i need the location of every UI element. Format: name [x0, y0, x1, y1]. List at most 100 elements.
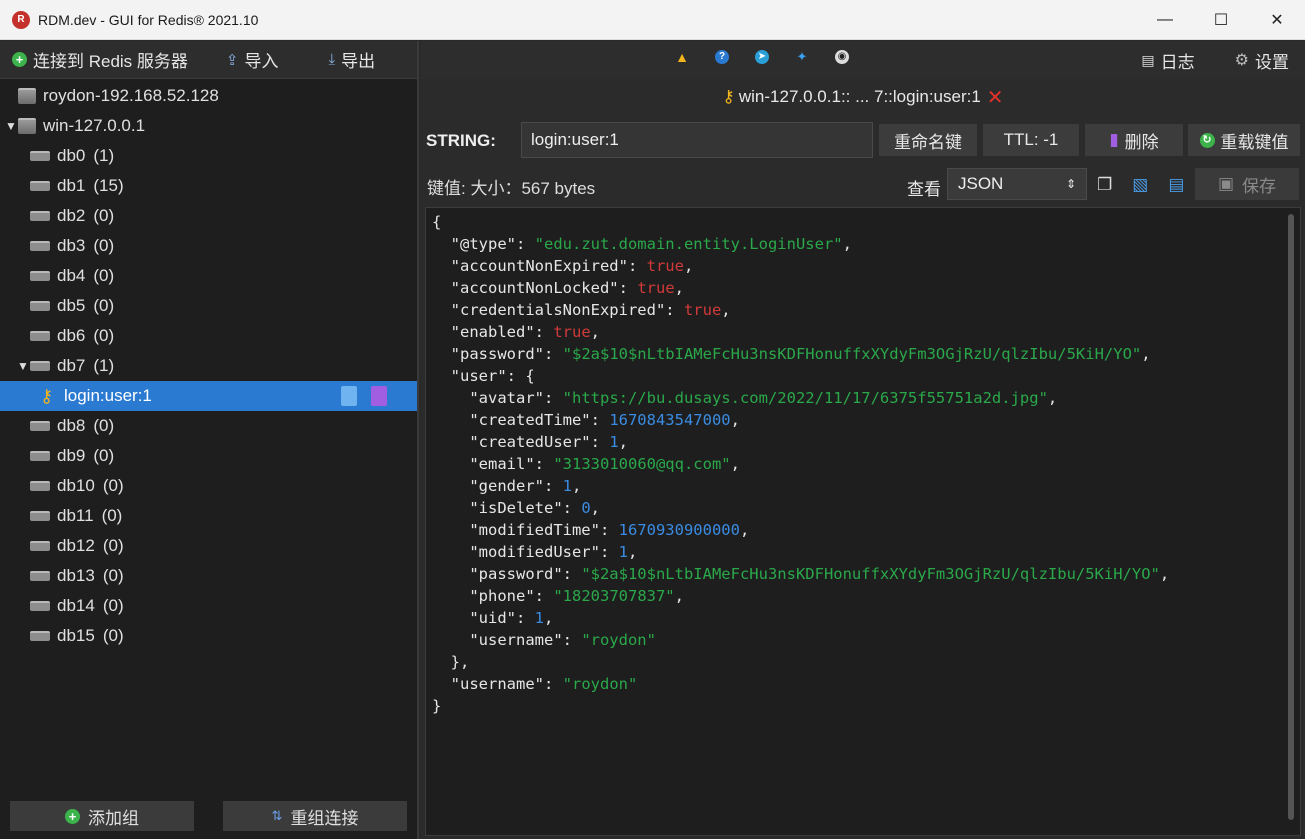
- regroup-connections-button[interactable]: ⇅ 重组连接: [223, 801, 407, 831]
- tree-db-item[interactable]: db1 (15): [0, 171, 417, 201]
- code-token: "username":: [432, 631, 582, 649]
- import-button[interactable]: ⇪ 导入: [214, 41, 291, 79]
- tree-db-item[interactable]: db10 (0): [0, 471, 417, 501]
- github-icon[interactable]: ◉: [835, 50, 849, 64]
- telegram-icon[interactable]: ➤: [755, 50, 769, 64]
- tree-db-item[interactable]: db4 (0): [0, 261, 417, 291]
- tree-item-count: (0): [102, 626, 124, 645]
- code-token: }: [432, 697, 442, 715]
- close-tab-icon[interactable]: ✕: [987, 85, 1004, 110]
- tree-db-item[interactable]: db3 (0): [0, 231, 417, 261]
- gear-icon: ⚙: [1234, 52, 1249, 69]
- tree-db-item[interactable]: db0 (1): [0, 141, 417, 171]
- tree-server-item[interactable]: roydon-192.168.52.128: [0, 81, 417, 111]
- tree-db-item[interactable]: db9 (0): [0, 441, 417, 471]
- tree-item-label: db2: [57, 206, 86, 225]
- code-token: },: [432, 653, 470, 671]
- tree-item-label: db6: [57, 326, 86, 345]
- code-token: true: [637, 279, 675, 297]
- code-token: "email":: [432, 455, 554, 473]
- log-button[interactable]: ▤ 日志: [1141, 41, 1194, 79]
- expand-arrow-icon[interactable]: ▼: [4, 119, 18, 133]
- tree-key-item[interactable]: ⚷ login:user:1: [0, 381, 417, 411]
- copy-key-icon[interactable]: [341, 386, 357, 406]
- code-line: "@type": "edu.zut.domain.entity.LoginUse…: [432, 233, 1300, 255]
- delete-key-button[interactable]: ▮ 删除: [1085, 124, 1183, 156]
- tree-db-item[interactable]: db12 (0): [0, 531, 417, 561]
- database-icon: [30, 211, 50, 221]
- code-token: "roydon": [562, 675, 638, 693]
- tree-item-label: roydon-192.168.52.128: [43, 86, 219, 105]
- code-token: 1670843547000: [609, 411, 731, 429]
- minimize-button[interactable]: —: [1137, 0, 1193, 40]
- database-icon: [30, 181, 50, 191]
- code-token: "accountNonExpired":: [432, 257, 647, 275]
- tree-db-item[interactable]: db2 (0): [0, 201, 417, 231]
- save-button[interactable]: ▣ 保存: [1195, 168, 1299, 200]
- code-token: 1: [618, 543, 628, 561]
- text-file-icon[interactable]: ▤: [1168, 175, 1184, 195]
- export-button[interactable]: ⤓ 导出: [317, 41, 388, 79]
- value-size-label: 键值: 大小：567 bytes: [427, 179, 596, 198]
- tree-db-item[interactable]: db14 (0): [0, 591, 417, 621]
- key-name-input[interactable]: login:user:1: [521, 122, 873, 158]
- tree-db-item[interactable]: db13 (0): [0, 561, 417, 591]
- settings-button[interactable]: ⚙ 设置: [1235, 41, 1289, 79]
- expand-arrow-icon[interactable]: ▼: [16, 359, 30, 373]
- plus-icon: +: [12, 52, 27, 67]
- code-line: "createdTime": 1670843547000,: [432, 409, 1300, 431]
- add-group-button[interactable]: + 添加组: [10, 801, 194, 831]
- delete-key-icon[interactable]: [371, 386, 387, 406]
- json-code[interactable]: { "@type": "edu.zut.domain.entity.LoginU…: [426, 208, 1300, 717]
- trash-icon: ▮: [1109, 130, 1119, 149]
- tree-item-count: (0): [102, 536, 124, 555]
- tree-item-label: db1: [57, 176, 86, 195]
- connect-server-button[interactable]: + 连接到 Redis 服务器: [0, 41, 200, 79]
- tree-db-item[interactable]: ▼ db7 (1): [0, 351, 417, 381]
- editor-scrollbar[interactable]: [1288, 214, 1294, 820]
- twitter-icon[interactable]: ✦: [795, 50, 809, 64]
- tree-server-item[interactable]: ▼ win-127.0.0.1: [0, 111, 417, 141]
- tree-item-count: (0): [93, 266, 115, 285]
- tree-item-count: (0): [102, 476, 124, 495]
- tree-db-item[interactable]: db8 (0): [0, 411, 417, 441]
- sidebar: + 连接到 Redis 服务器 ⇪ 导入 ⤓ 导出 roydon-192.168…: [0, 41, 419, 839]
- rename-key-button[interactable]: 重命名键: [879, 124, 977, 156]
- code-line: "avatar": "https://bu.dusays.com/2022/11…: [432, 387, 1300, 409]
- code-line: {: [432, 211, 1300, 233]
- close-button[interactable]: ✕: [1249, 0, 1305, 40]
- code-token: 1670930900000: [618, 521, 740, 539]
- code-file-icon[interactable]: ▧: [1132, 175, 1148, 195]
- code-line: "modifiedTime": 1670930900000,: [432, 519, 1300, 541]
- tree-db-item[interactable]: db6 (0): [0, 321, 417, 351]
- warning-icon[interactable]: ▲: [675, 50, 689, 64]
- tree-db-item[interactable]: db11 (0): [0, 501, 417, 531]
- help-icon[interactable]: ?: [715, 50, 729, 64]
- value-editor[interactable]: { "@type": "edu.zut.domain.entity.LoginU…: [425, 207, 1301, 836]
- tree-item-label: login:user:1: [64, 386, 152, 405]
- ttl-button[interactable]: TTL: -1: [983, 124, 1079, 156]
- title-bar: R RDM.dev - GUI for Redis® 2021.10 — ☐ ✕: [0, 0, 1305, 40]
- code-token: ,: [721, 301, 731, 319]
- code-token: "3133010060@qq.com": [553, 455, 731, 473]
- reload-value-button[interactable]: ↻ 重载键值: [1188, 124, 1300, 156]
- tree-db-item[interactable]: db5 (0): [0, 291, 417, 321]
- key-header: STRING: login:user:1 重命名键 TTL: -1 ▮ 删除 ↻…: [421, 121, 1305, 161]
- code-token: ,: [1047, 389, 1058, 407]
- database-icon: [30, 601, 50, 611]
- tree-db-item[interactable]: db15 (0): [0, 621, 417, 651]
- chevron-updown-icon: ⇕: [1065, 177, 1076, 191]
- tab-label: win-127.0.0.1:: ... 7::login:user:1: [738, 87, 981, 106]
- copy-icon[interactable]: ❐: [1097, 175, 1112, 195]
- code-token: "user": {: [432, 367, 535, 385]
- tab-key[interactable]: ⚷ win-127.0.0.1:: ... 7::login:user:1: [722, 87, 980, 107]
- maximize-button[interactable]: ☐: [1193, 0, 1249, 40]
- regroup-label: 重组连接: [290, 808, 359, 828]
- connect-server-label: 连接到 Redis 服务器: [33, 52, 188, 71]
- code-token: "$2a$10$nLtbIAMeFcHu3nsKDFHonuffxXYdyFm3…: [581, 565, 1160, 583]
- view-mode-select[interactable]: JSON ⇕: [947, 168, 1087, 200]
- export-label: 导出: [341, 52, 376, 71]
- code-token: "createdUser":: [432, 433, 610, 451]
- import-label: 导入: [244, 52, 279, 71]
- key-icon: ⚷: [40, 385, 54, 406]
